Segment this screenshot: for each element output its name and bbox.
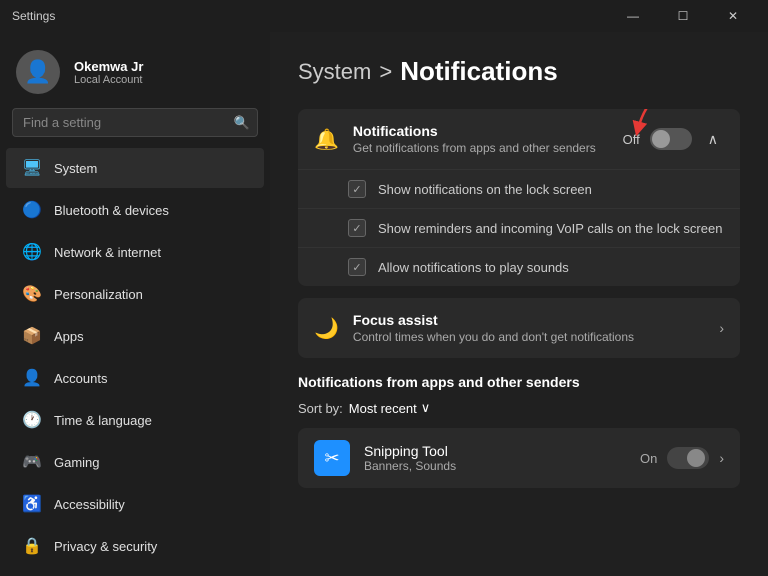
nav-item-bluetooth[interactable]: 🔵 Bluetooth & devices (6, 190, 264, 230)
nav-item-time[interactable]: 🕐 Time & language (6, 400, 264, 440)
network-icon: 🌐 (22, 242, 42, 262)
sort-value-text: Most recent (349, 401, 417, 416)
app-row-snipping-tool: ✂ Snipping Tool Banners, Sounds On › (298, 428, 740, 488)
nav-label-privacy: Privacy & security (54, 539, 157, 554)
focus-icon: 🌙 (314, 316, 339, 341)
accessibility-icon: ♿ (22, 494, 42, 514)
search-input[interactable] (12, 108, 258, 137)
focus-assist-card[interactable]: 🌙 Focus assist Control times when you do… (298, 298, 740, 358)
sub-option-lockscreen: ✓ Show notifications on the lock screen (298, 169, 740, 208)
focus-chevron-right-icon: › (719, 320, 724, 336)
collapse-button[interactable]: ∧ (702, 129, 724, 150)
breadcrumb-current: Notifications (400, 56, 557, 87)
title-bar: Settings — ☐ ✕ (0, 0, 768, 32)
breadcrumb-separator: > (379, 59, 392, 85)
notifications-toggle[interactable] (650, 128, 692, 150)
nav-item-network[interactable]: 🌐 Network & internet (6, 232, 264, 272)
maximize-button[interactable]: ☐ (660, 0, 706, 32)
sort-label: Sort by: (298, 401, 343, 416)
privacy-icon: 🔒 (22, 536, 42, 556)
sub-option-reminders-label: Show reminders and incoming VoIP calls o… (378, 221, 722, 236)
user-account: Local Account (74, 74, 143, 86)
minimize-button[interactable]: — (610, 0, 656, 32)
nav-label-bluetooth: Bluetooth & devices (54, 203, 169, 218)
page-header: System > Notifications (298, 56, 740, 87)
sub-option-sounds: ✓ Allow notifications to play sounds (298, 247, 740, 286)
time-icon: 🕐 (22, 410, 42, 430)
personalization-icon: 🎨 (22, 284, 42, 304)
sub-option-sounds-label: Allow notifications to play sounds (378, 260, 569, 275)
nav-label-accounts: Accounts (54, 371, 107, 386)
app-controls-snipping-tool: On › (640, 447, 724, 469)
checkbox-lockscreen[interactable]: ✓ (348, 180, 366, 198)
system-icon: 🖥 (22, 158, 42, 178)
gaming-icon: 🎮 (22, 452, 42, 472)
user-section: 👤 Okemwa Jr Local Account (0, 32, 270, 108)
notifications-card: 🔔 Notifications Get notifications from a… (298, 109, 740, 286)
sub-option-reminders: ✓ Show reminders and incoming VoIP calls… (298, 208, 740, 247)
breadcrumb-parent[interactable]: System (298, 59, 371, 85)
bell-icon: 🔔 (314, 127, 339, 152)
app-toggle-knob (687, 449, 705, 467)
nav-item-gaming[interactable]: 🎮 Gaming (6, 442, 264, 482)
nav-item-accessibility[interactable]: ♿ Accessibility (6, 484, 264, 524)
snipping-tool-icon: ✂ (314, 440, 350, 476)
nav-label-gaming: Gaming (54, 455, 100, 470)
app-name-snipping-tool: Snipping Tool (364, 443, 626, 459)
main-content: System > Notifications 🔔 Notifications G… (270, 32, 768, 576)
app-chevron-right-icon: › (719, 450, 724, 466)
notifications-subtitle: Get notifications from apps and other se… (353, 141, 609, 155)
notifications-controls: Off ∧ (623, 128, 724, 150)
focus-text: Focus assist Control times when you do a… (353, 312, 705, 344)
title-bar-controls: — ☐ ✕ (610, 0, 756, 32)
nav-label-accessibility: Accessibility (54, 497, 125, 512)
close-button[interactable]: ✕ (710, 0, 756, 32)
nav-label-network: Network & internet (54, 245, 161, 260)
nav-label-personalization: Personalization (54, 287, 143, 302)
user-name: Okemwa Jr (74, 59, 143, 74)
app-info-snipping-tool: Snipping Tool Banners, Sounds (364, 443, 626, 473)
avatar: 👤 (16, 50, 60, 94)
accounts-icon: 👤 (22, 368, 42, 388)
nav-label-system: System (54, 161, 97, 176)
nav-item-privacy[interactable]: 🔒 Privacy & security (6, 526, 264, 566)
settings-title: Settings (12, 9, 55, 23)
bluetooth-icon: 🔵 (22, 200, 42, 220)
focus-subtitle: Control times when you do and don't get … (353, 330, 705, 344)
sort-dropdown[interactable]: Most recent ∨ (349, 400, 430, 416)
user-info: Okemwa Jr Local Account (74, 59, 143, 86)
nav-label-time: Time & language (54, 413, 152, 428)
sub-option-lockscreen-label: Show notifications on the lock screen (378, 182, 592, 197)
app-toggle-label-snipping-tool: On (640, 451, 657, 466)
search-icon: 🔍 (234, 115, 250, 131)
nav-item-apps[interactable]: 📦 Apps (6, 316, 264, 356)
app-body: 👤 Okemwa Jr Local Account 🔍 🖥 System 🔵 B… (0, 32, 768, 576)
notifications-header-text: Notifications Get notifications from app… (353, 123, 609, 155)
snipping-tool-toggle[interactable] (667, 447, 709, 469)
focus-title: Focus assist (353, 312, 705, 328)
notifications-header: 🔔 Notifications Get notifications from a… (298, 109, 740, 169)
nav-item-system[interactable]: 🖥 System (6, 148, 264, 188)
nav-item-personalization[interactable]: 🎨 Personalization (6, 274, 264, 314)
apps-section-title: Notifications from apps and other sender… (298, 374, 740, 390)
checkbox-sounds[interactable]: ✓ (348, 258, 366, 276)
sidebar: 👤 Okemwa Jr Local Account 🔍 🖥 System 🔵 B… (0, 32, 270, 576)
sort-row: Sort by: Most recent ∨ (298, 400, 740, 416)
app-desc-snipping-tool: Banners, Sounds (364, 459, 626, 473)
sort-chevron-down-icon: ∨ (421, 400, 431, 416)
nav-label-apps: Apps (54, 329, 84, 344)
notifications-title: Notifications (353, 123, 609, 139)
checkbox-reminders[interactable]: ✓ (348, 219, 366, 237)
toggle-off-label: Off (623, 132, 640, 147)
title-bar-left: Settings (12, 9, 55, 23)
apps-icon: 📦 (22, 326, 42, 346)
search-box: 🔍 (12, 108, 258, 137)
toggle-knob (652, 130, 670, 148)
focus-assist-inner: 🌙 Focus assist Control times when you do… (298, 298, 740, 358)
nav-item-accounts[interactable]: 👤 Accounts (6, 358, 264, 398)
